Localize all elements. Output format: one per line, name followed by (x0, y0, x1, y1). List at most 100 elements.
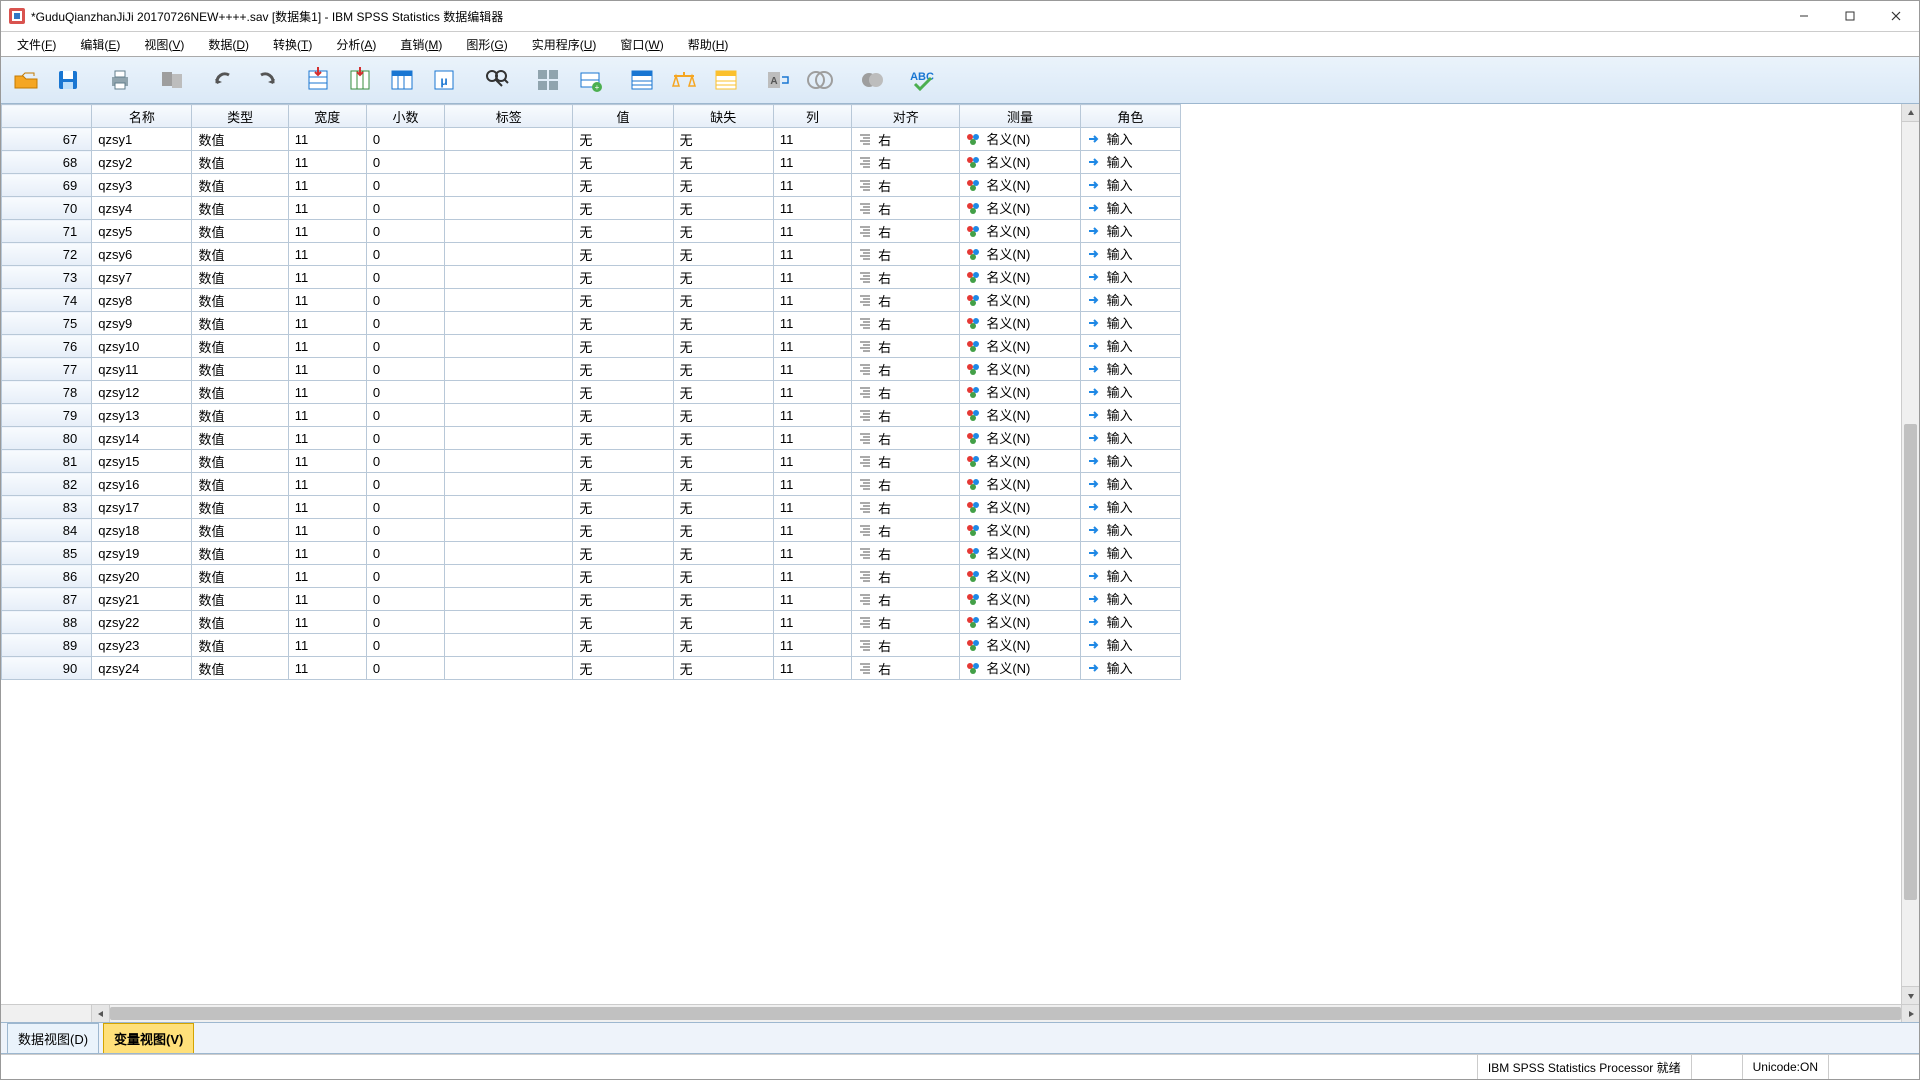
variable-grid[interactable]: 名称 类型 宽度 小数 标签 值 缺失 列 对齐 测量 角色 (1, 104, 1181, 680)
tab-variable-view[interactable]: 变量视图(V) (103, 1023, 194, 1053)
cell-decimals[interactable]: 0 (366, 381, 444, 404)
table-row[interactable]: 90qzsy24数值110无无11右名义(N)输入 (2, 657, 1181, 680)
row-number[interactable]: 74 (2, 289, 92, 312)
cell-role[interactable]: 输入 (1080, 588, 1180, 611)
cell-role[interactable]: 输入 (1080, 220, 1180, 243)
table-row[interactable]: 84qzsy18数值110无无11右名义(N)输入 (2, 519, 1181, 542)
cell-type[interactable]: 数值 (192, 220, 288, 243)
cell-name[interactable]: qzsy4 (92, 197, 192, 220)
cell-label[interactable] (445, 565, 573, 588)
cell-cols[interactable]: 11 (773, 381, 851, 404)
cell-missing[interactable]: 无 (673, 404, 773, 427)
cell-align[interactable]: 右 (852, 335, 960, 358)
scroll-thumb[interactable] (1904, 424, 1917, 899)
cell-measure[interactable]: 名义(N) (960, 450, 1080, 473)
cell-role[interactable]: 输入 (1080, 358, 1180, 381)
recall-dialog-button[interactable] (153, 62, 191, 98)
menu-t[interactable]: 转换(T) (261, 33, 324, 56)
scroll-left-button[interactable] (92, 1005, 110, 1022)
cell-role[interactable]: 输入 (1080, 542, 1180, 565)
cell-align[interactable]: 右 (852, 542, 960, 565)
cell-values[interactable]: 无 (573, 519, 673, 542)
cell-type[interactable]: 数值 (192, 243, 288, 266)
header-label[interactable]: 标签 (445, 105, 573, 128)
cell-type[interactable]: 数值 (192, 611, 288, 634)
cell-type[interactable]: 数值 (192, 197, 288, 220)
cell-decimals[interactable]: 0 (366, 450, 444, 473)
cell-cols[interactable]: 11 (773, 312, 851, 335)
cell-type[interactable]: 数值 (192, 588, 288, 611)
cell-type[interactable]: 数值 (192, 312, 288, 335)
cell-role[interactable]: 输入 (1080, 450, 1180, 473)
cell-missing[interactable]: 无 (673, 197, 773, 220)
cell-missing[interactable]: 无 (673, 473, 773, 496)
cell-decimals[interactable]: 0 (366, 634, 444, 657)
table-row[interactable]: 74qzsy8数值110无无11右名义(N)输入 (2, 289, 1181, 312)
cell-width[interactable]: 11 (288, 289, 366, 312)
table-row[interactable]: 89qzsy23数值110无无11右名义(N)输入 (2, 634, 1181, 657)
cell-type[interactable]: 数值 (192, 335, 288, 358)
cell-decimals[interactable]: 0 (366, 335, 444, 358)
cell-cols[interactable]: 11 (773, 266, 851, 289)
cell-type[interactable]: 数值 (192, 496, 288, 519)
cell-measure[interactable]: 名义(N) (960, 197, 1080, 220)
cell-align[interactable]: 右 (852, 358, 960, 381)
header-values[interactable]: 值 (573, 105, 673, 128)
cell-decimals[interactable]: 0 (366, 197, 444, 220)
cell-role[interactable]: 输入 (1080, 197, 1180, 220)
cell-cols[interactable]: 11 (773, 519, 851, 542)
menu-a[interactable]: 分析(A) (324, 33, 388, 56)
cell-cols[interactable]: 11 (773, 197, 851, 220)
menu-w[interactable]: 窗口(W) (608, 33, 675, 56)
cell-cols[interactable]: 11 (773, 404, 851, 427)
header-measure[interactable]: 测量 (960, 105, 1080, 128)
cell-measure[interactable]: 名义(N) (960, 634, 1080, 657)
tab-data-view[interactable]: 数据视图(D) (7, 1023, 99, 1053)
cell-width[interactable]: 11 (288, 335, 366, 358)
cell-type[interactable]: 数值 (192, 473, 288, 496)
cell-role[interactable]: 输入 (1080, 519, 1180, 542)
cell-label[interactable] (445, 243, 573, 266)
cell-values[interactable]: 无 (573, 588, 673, 611)
cell-measure[interactable]: 名义(N) (960, 312, 1080, 335)
cell-cols[interactable]: 11 (773, 335, 851, 358)
cell-name[interactable]: qzsy10 (92, 335, 192, 358)
cell-type[interactable]: 数值 (192, 174, 288, 197)
menu-h[interactable]: 帮助(H) (676, 33, 741, 56)
cell-values[interactable]: 无 (573, 243, 673, 266)
row-number[interactable]: 82 (2, 473, 92, 496)
cell-align[interactable]: 右 (852, 220, 960, 243)
cell-measure[interactable]: 名义(N) (960, 519, 1080, 542)
menu-e[interactable]: 编辑(E) (68, 33, 132, 56)
weight-cases-button[interactable] (665, 62, 703, 98)
cell-decimals[interactable]: 0 (366, 588, 444, 611)
cell-decimals[interactable]: 0 (366, 473, 444, 496)
cell-decimals[interactable]: 0 (366, 496, 444, 519)
table-row[interactable]: 68qzsy2数值110无无11右名义(N)输入 (2, 151, 1181, 174)
table-row[interactable]: 79qzsy13数值110无无11右名义(N)输入 (2, 404, 1181, 427)
row-number[interactable]: 80 (2, 427, 92, 450)
cell-decimals[interactable]: 0 (366, 174, 444, 197)
cell-type[interactable]: 数值 (192, 381, 288, 404)
cell-cols[interactable]: 11 (773, 496, 851, 519)
cell-align[interactable]: 右 (852, 450, 960, 473)
cell-width[interactable]: 11 (288, 312, 366, 335)
cell-missing[interactable]: 无 (673, 243, 773, 266)
cell-decimals[interactable]: 0 (366, 312, 444, 335)
cell-width[interactable]: 11 (288, 473, 366, 496)
cell-width[interactable]: 11 (288, 657, 366, 680)
row-number[interactable]: 77 (2, 358, 92, 381)
goto-variable-button[interactable] (341, 62, 379, 98)
table-row[interactable]: 73qzsy7数值110无无11右名义(N)输入 (2, 266, 1181, 289)
cell-role[interactable]: 输入 (1080, 312, 1180, 335)
menu-f[interactable]: 文件(F) (5, 33, 68, 56)
cell-measure[interactable]: 名义(N) (960, 358, 1080, 381)
cell-label[interactable] (445, 197, 573, 220)
row-number[interactable]: 68 (2, 151, 92, 174)
vertical-scrollbar[interactable] (1901, 104, 1919, 1004)
cell-role[interactable]: 输入 (1080, 496, 1180, 519)
cell-role[interactable]: 输入 (1080, 473, 1180, 496)
cell-decimals[interactable]: 0 (366, 151, 444, 174)
cell-name[interactable]: qzsy14 (92, 427, 192, 450)
table-row[interactable]: 76qzsy10数值110无无11右名义(N)输入 (2, 335, 1181, 358)
